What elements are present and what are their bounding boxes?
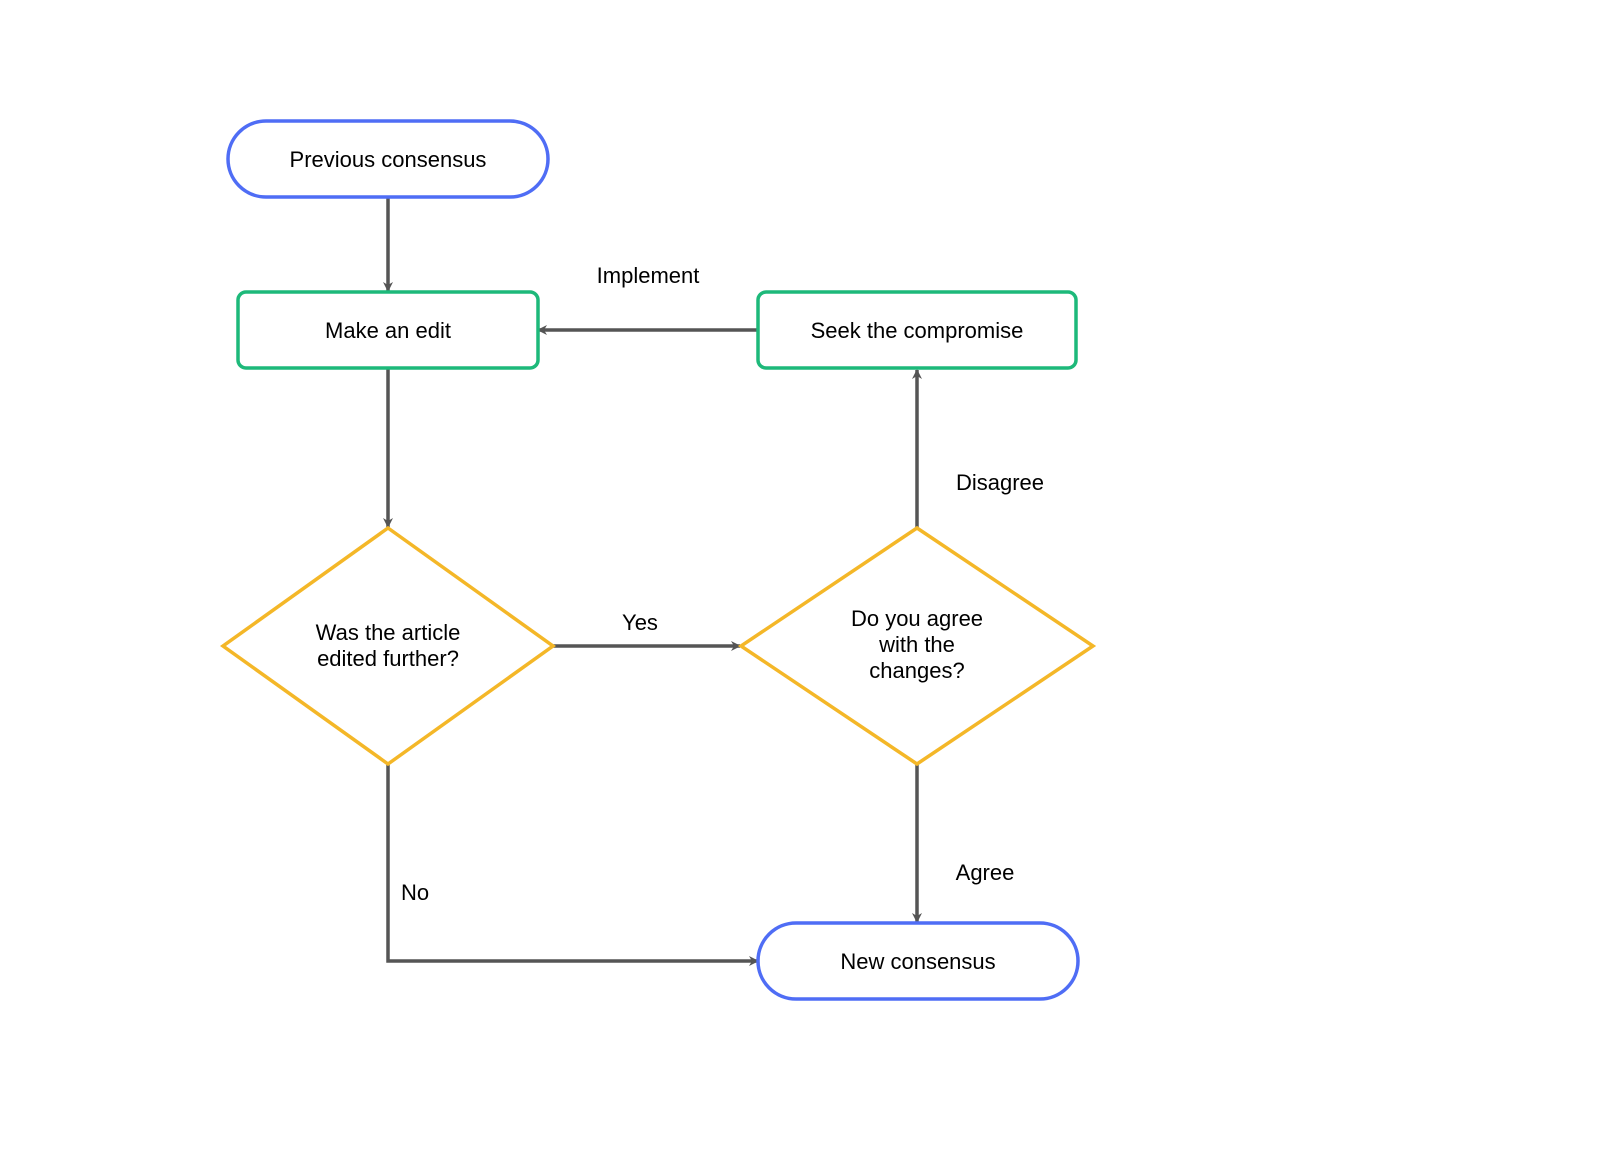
edge-seek-to-make: Implement bbox=[538, 263, 758, 330]
node-was-edited: Was the article edited further? bbox=[223, 528, 553, 764]
node-new-consensus-label: New consensus bbox=[840, 949, 995, 974]
node-seek-compromise: Seek the compromise bbox=[758, 292, 1076, 368]
node-make-edit: Make an edit bbox=[238, 292, 538, 368]
edge-agree-to-seek: Disagree bbox=[917, 370, 1044, 528]
edge-label-no: No bbox=[401, 880, 429, 905]
edge-label-disagree: Disagree bbox=[956, 470, 1044, 495]
node-agree-changes-label-3: changes? bbox=[869, 658, 964, 683]
edge-label-yes: Yes bbox=[622, 610, 658, 635]
node-previous-consensus: Previous consensus bbox=[228, 121, 548, 197]
edge-label-implement: Implement bbox=[597, 263, 700, 288]
edge-agree-to-new: Agree bbox=[917, 764, 1014, 922]
node-agree-changes-label-1: Do you agree bbox=[851, 606, 983, 631]
node-agree-changes: Do you agree with the changes? bbox=[741, 528, 1093, 764]
node-was-edited-label-2: edited further? bbox=[317, 646, 459, 671]
edge-label-agree: Agree bbox=[956, 860, 1015, 885]
flowchart-canvas: Implement Yes Disagree Agree No Previous… bbox=[0, 0, 1624, 1160]
node-seek-compromise-label: Seek the compromise bbox=[811, 318, 1024, 343]
node-make-edit-label: Make an edit bbox=[325, 318, 451, 343]
node-previous-consensus-label: Previous consensus bbox=[290, 147, 487, 172]
edge-wasedited-to-new: No bbox=[388, 764, 758, 961]
node-agree-changes-label-2: with the bbox=[878, 632, 955, 657]
node-was-edited-label-1: Was the article bbox=[316, 620, 461, 645]
edge-wasedited-to-agree: Yes bbox=[553, 610, 740, 646]
node-new-consensus: New consensus bbox=[758, 923, 1078, 999]
